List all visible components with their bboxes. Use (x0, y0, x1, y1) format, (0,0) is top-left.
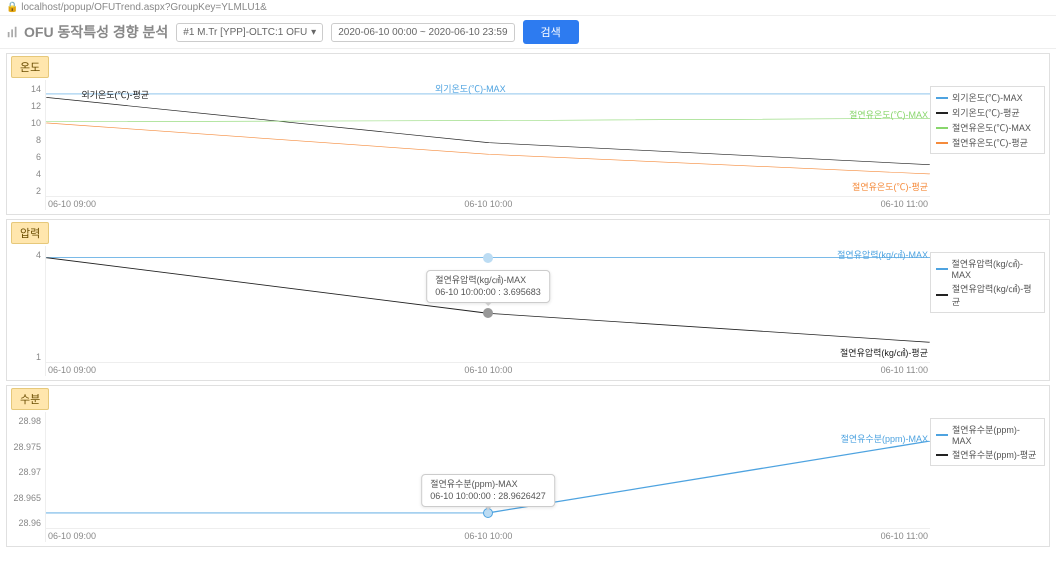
panel-temperature: 온도 14 12 10 8 6 4 2 외기온도(℃)-평균 외기온도(℃)-M… (6, 53, 1050, 215)
legend-label: 절연유온도(℃)-평균 (952, 136, 1028, 149)
x-tick: 06-10 10:00 (464, 365, 512, 378)
x-tick: 06-10 10:00 (464, 199, 512, 212)
y-tick: 6 (11, 152, 41, 162)
moisture-legend: 절연유수분(ppm)-MAX 절연유수분(ppm)-평균 (930, 418, 1045, 466)
y-tick: 4 (11, 169, 41, 179)
marker-dot (483, 253, 493, 263)
pressure-y-axis: 4 1 (11, 246, 45, 376)
series-label: 외기온도(℃)-MAX (435, 82, 506, 95)
series-label: 절연유압력(kg/㎠)-평균 (840, 346, 928, 359)
legend-item: 절연유압력(kg/㎠)-MAX (936, 256, 1039, 281)
marker-dot (483, 508, 493, 518)
x-tick: 06-10 11:00 (881, 531, 928, 544)
url-text: localhost/popup/OFUTrend.aspx?GroupKey=Y… (21, 2, 267, 13)
legend-item: 외기온도(℃)-MAX (936, 90, 1039, 105)
marker-dot (483, 308, 493, 318)
temperature-y-axis: 14 12 10 8 6 4 2 (11, 80, 45, 210)
panel-moisture-title: 수분 (11, 388, 49, 410)
legend-label: 절연유온도(℃)-MAX (952, 121, 1031, 134)
date-range-value: 2020-06-10 00:00 ~ 2020-06-10 23:59 (338, 27, 507, 38)
chevron-down-icon: ▾ (311, 27, 316, 38)
legend-item: 절연유수분(ppm)-MAX (936, 422, 1039, 447)
legend-label: 외기온도(℃)-평균 (952, 106, 1020, 119)
url-bar: 🔒 localhost/popup/OFUTrend.aspx?GroupKey… (0, 0, 1056, 16)
y-tick: 28.96 (11, 518, 41, 528)
panel-moisture: 수분 28.98 28.975 28.97 28.965 28.96 절연유수분… (6, 385, 1050, 547)
y-tick: 2 (11, 186, 41, 196)
y-tick: 14 (11, 84, 41, 94)
series-label: 절연유압력(kg/㎠)-MAX (837, 248, 928, 261)
legend-item: 절연유온도(℃)-평균 (936, 135, 1039, 150)
legend-label: 절연유수분(ppm)-MAX (952, 423, 1039, 446)
legend-item: 절연유압력(kg/㎠)-평균 (936, 281, 1039, 309)
moisture-plot[interactable]: 절연유수분(ppm)-MAX 06-10 10:00:00 : 28.96264… (45, 412, 930, 542)
legend-item: 절연유온도(℃)-MAX (936, 120, 1039, 135)
temperature-lines (46, 80, 930, 196)
chart-icon (6, 25, 20, 39)
y-tick: 8 (11, 135, 41, 145)
legend-label: 절연유수분(ppm)-평균 (952, 448, 1036, 461)
legend-label: 절연유압력(kg/㎠)-MAX (952, 257, 1039, 280)
y-tick: 10 (11, 118, 41, 128)
legend-label: 절연유압력(kg/㎠)-평균 (952, 282, 1039, 308)
y-tick: 28.975 (11, 442, 41, 452)
pressure-x-axis: 06-10 09:00 06-10 10:00 06-10 11:00 (46, 362, 930, 376)
y-tick: 12 (11, 101, 41, 111)
x-tick: 06-10 11:00 (881, 199, 928, 212)
x-tick: 06-10 11:00 (881, 365, 928, 378)
legend-item: 외기온도(℃)-평균 (936, 105, 1039, 120)
search-button[interactable]: 검색 (523, 20, 579, 44)
panel-pressure-title: 압력 (11, 222, 49, 244)
page-header: OFU 동작특성 경향 분석 #1 M.Tr [YPP]-OLTC:1 OFU … (0, 16, 1056, 49)
y-tick: 28.98 (11, 416, 41, 426)
series-label: 절연유수분(ppm)-MAX (841, 432, 928, 445)
group-select[interactable]: #1 M.Tr [YPP]-OLTC:1 OFU ▾ (176, 23, 323, 42)
x-tick: 06-10 09:00 (48, 365, 96, 378)
y-tick: 1 (11, 352, 41, 362)
series-label: 외기온도(℃)-평균 (81, 88, 149, 101)
y-tick: 4 (11, 250, 41, 260)
panel-pressure: 압력 4 1 절연유압력(kg/㎠)-MAX 06-10 10:00:00 : … (6, 219, 1050, 381)
x-tick: 06-10 09:00 (48, 531, 96, 544)
lock-icon: 🔒 (6, 2, 18, 13)
temperature-legend: 외기온도(℃)-MAX 외기온도(℃)-평균 절연유온도(℃)-MAX 절연유온… (930, 86, 1045, 154)
page-title: OFU 동작특성 경향 분석 (6, 22, 168, 42)
y-tick: 28.965 (11, 493, 41, 503)
y-tick: 28.97 (11, 467, 41, 477)
x-tick: 06-10 10:00 (464, 531, 512, 544)
temperature-x-axis: 06-10 09:00 06-10 10:00 06-10 11:00 (46, 196, 930, 210)
legend-item: 절연유수분(ppm)-평균 (936, 447, 1039, 462)
group-select-value: #1 M.Tr [YPP]-OLTC:1 OFU (183, 27, 307, 38)
moisture-y-axis: 28.98 28.975 28.97 28.965 28.96 (11, 412, 45, 542)
moisture-x-axis: 06-10 09:00 06-10 10:00 06-10 11:00 (46, 528, 930, 542)
x-tick: 06-10 09:00 (48, 199, 96, 212)
pressure-lines (46, 246, 930, 362)
series-label: 절연유온도(℃)-평균 (852, 180, 928, 193)
legend-label: 외기온도(℃)-MAX (952, 91, 1023, 104)
panel-temperature-title: 온도 (11, 56, 49, 78)
series-label: 절연유온도(℃)-MAX (849, 108, 928, 121)
temperature-plot[interactable]: 외기온도(℃)-평균 외기온도(℃)-MAX 절연유온도(℃)-MAX 절연유온… (45, 80, 930, 210)
page-title-text: OFU 동작특성 경향 분석 (24, 22, 168, 42)
pressure-legend: 절연유압력(kg/㎠)-MAX 절연유압력(kg/㎠)-평균 (930, 252, 1045, 313)
date-range-input[interactable]: 2020-06-10 00:00 ~ 2020-06-10 23:59 (331, 23, 514, 42)
pressure-plot[interactable]: 절연유압력(kg/㎠)-MAX 06-10 10:00:00 : 3.69568… (45, 246, 930, 376)
